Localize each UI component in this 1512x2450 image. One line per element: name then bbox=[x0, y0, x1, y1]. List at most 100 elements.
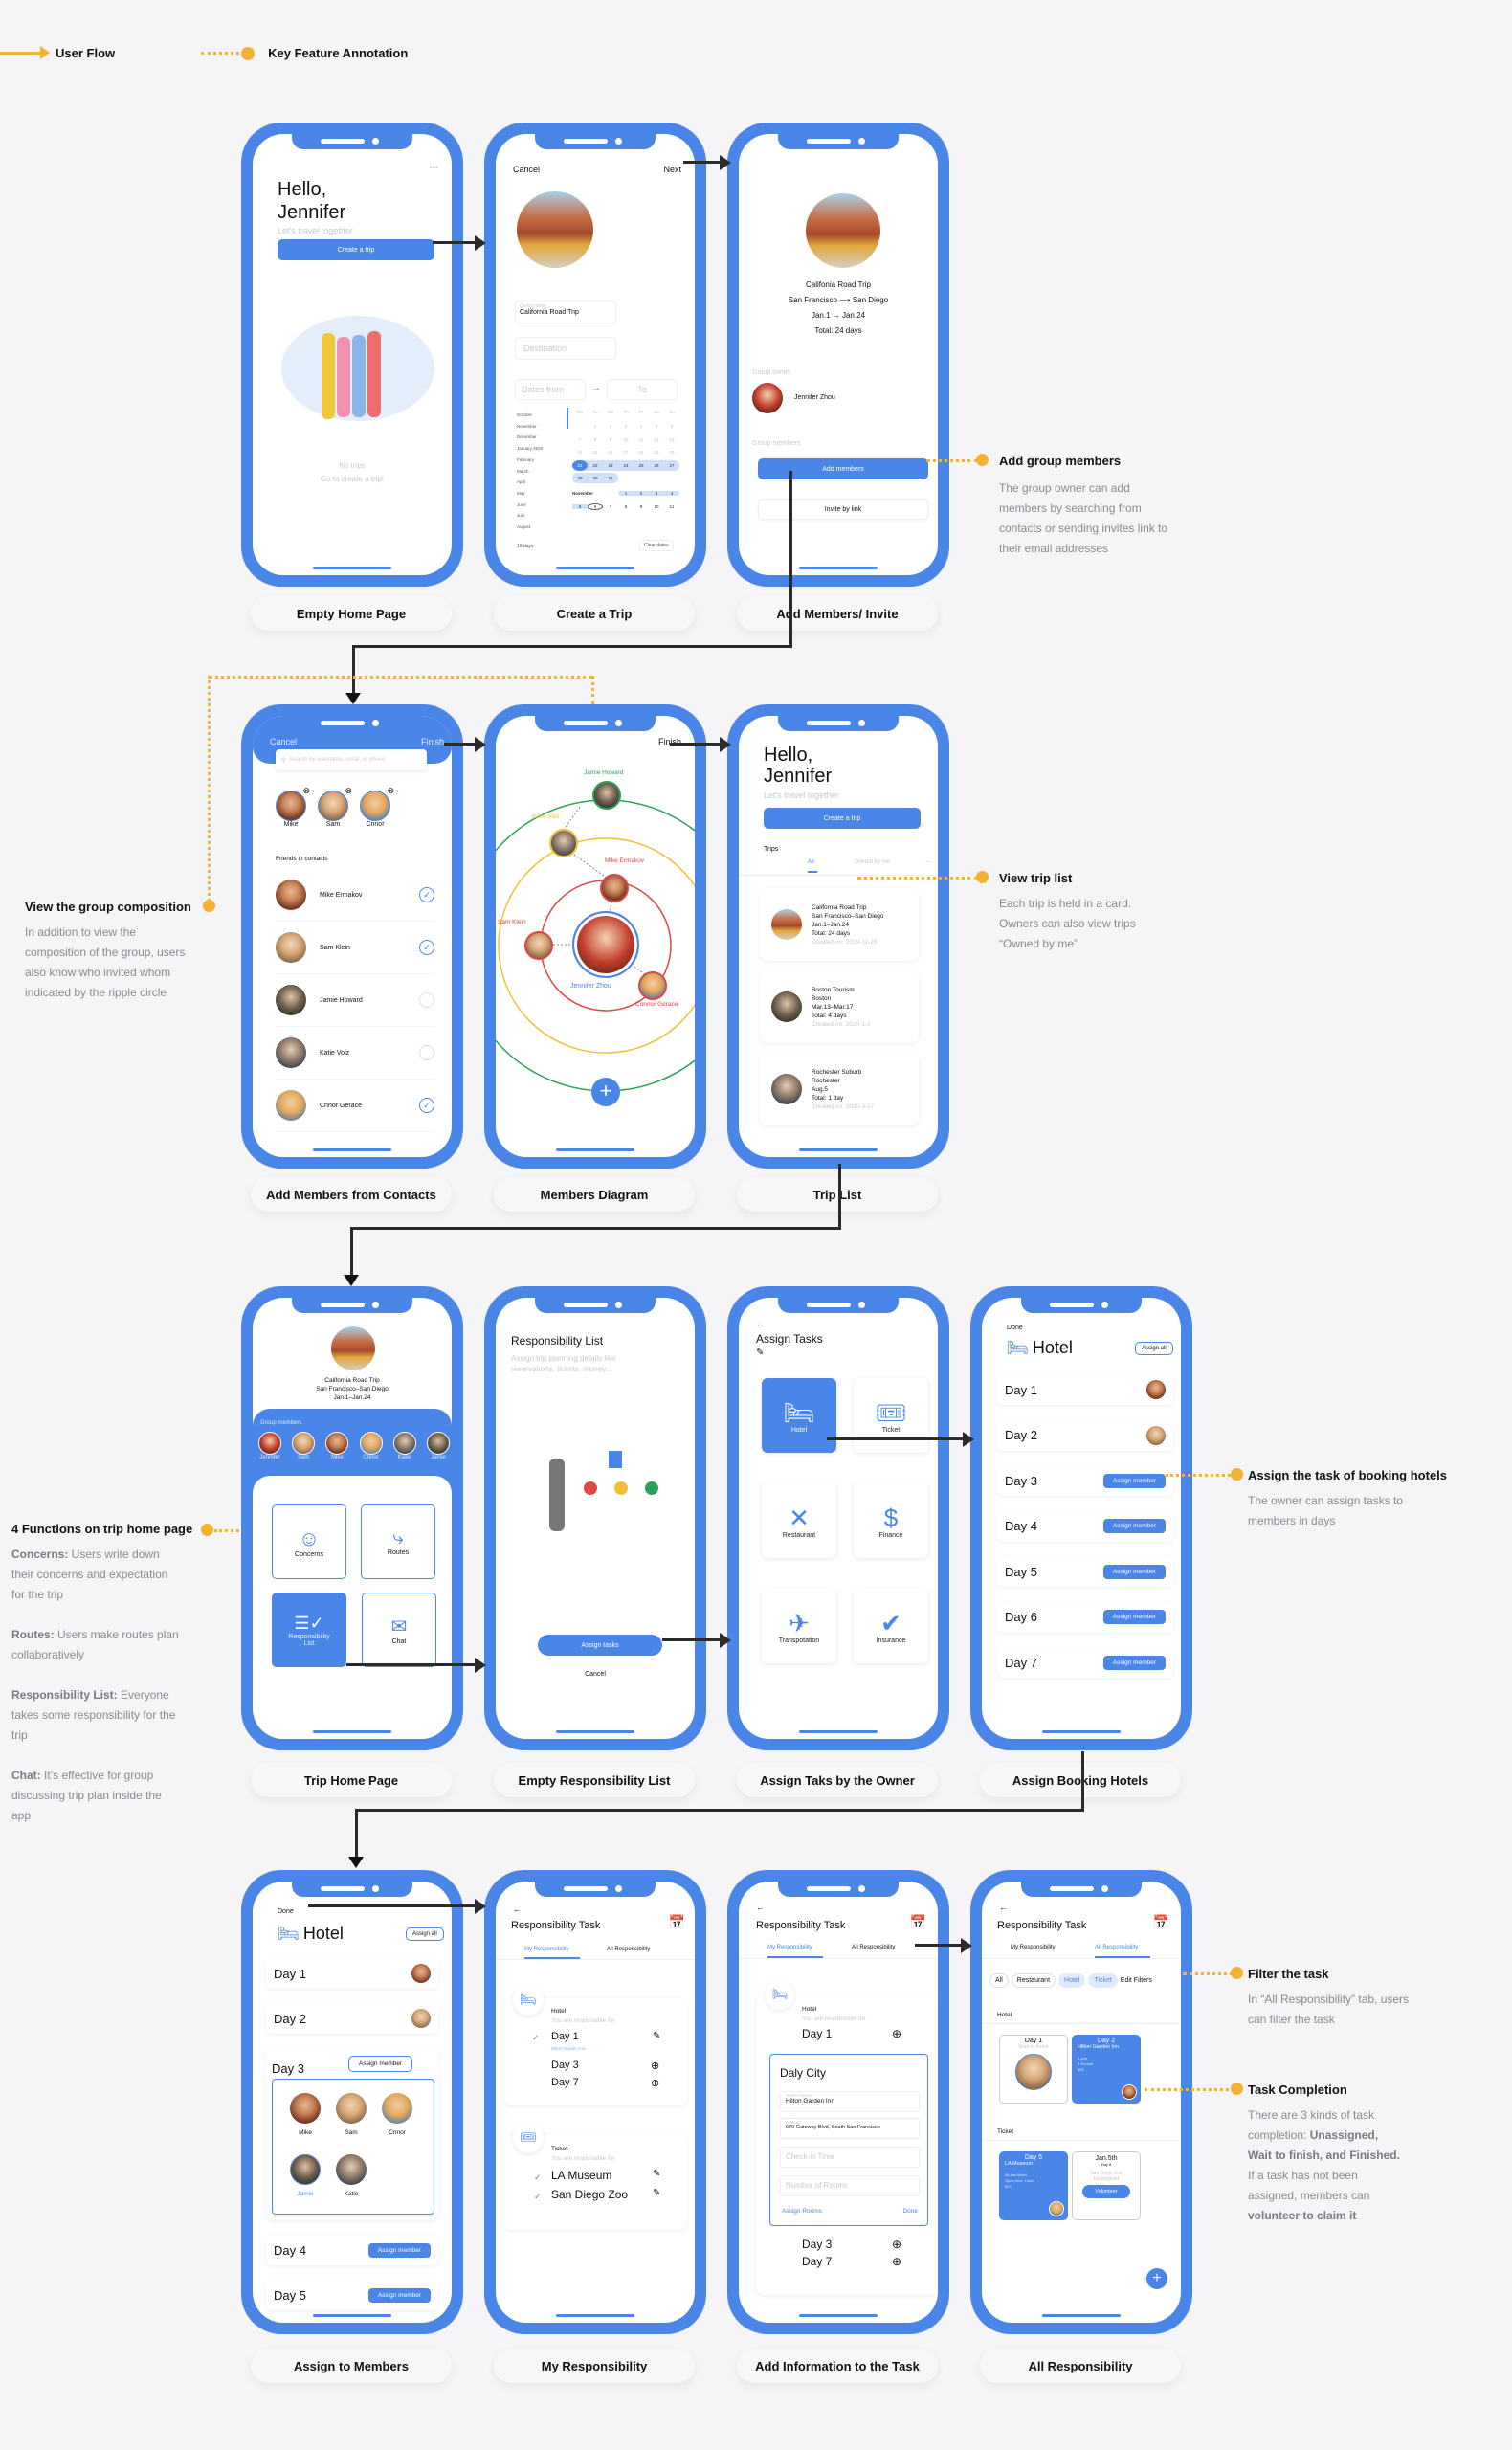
edit-pencil-icon[interactable]: ✎ bbox=[653, 2031, 660, 2041]
more-menu-icon[interactable]: ••• bbox=[430, 163, 438, 172]
checkin-time-input[interactable]: Check-in Time bbox=[780, 2147, 920, 2168]
tab-my-responsibility[interactable]: My Responsibility bbox=[524, 1947, 569, 1952]
picker-member[interactable]: Jamie bbox=[286, 2154, 324, 2197]
calendar-day[interactable]: 11 bbox=[634, 437, 649, 442]
assign-member-button[interactable]: Assign member bbox=[367, 2242, 431, 2258]
calendar-day[interactable]: 19 bbox=[649, 450, 664, 455]
filter-chip[interactable]: All bbox=[989, 1973, 1009, 1988]
assign-member-button[interactable]: Assign member bbox=[1102, 1610, 1166, 1624]
back-arrow-icon[interactable]: ← bbox=[999, 1903, 1008, 1912]
calendar-day[interactable]: 5 bbox=[649, 424, 664, 429]
finish-button[interactable]: Finish bbox=[421, 737, 444, 746]
create-trip-button[interactable]: Create a trip bbox=[278, 239, 434, 260]
dates-from-input[interactable]: Dates from bbox=[515, 379, 586, 400]
contact-row[interactable]: Jamie Howard bbox=[276, 974, 434, 1027]
calendar-day[interactable]: 11 bbox=[664, 504, 679, 509]
tab-my-responsibility[interactable]: My Responsibility bbox=[1011, 1945, 1056, 1950]
day-row[interactable]: Day 5 Assign member bbox=[266, 2280, 438, 2310]
member-node-avatar[interactable] bbox=[592, 781, 621, 810]
task-tile-insurance[interactable]: ✔ Insurance bbox=[854, 1589, 928, 1663]
edit-pencil-icon[interactable]: ✎ bbox=[653, 2169, 660, 2179]
tab-all-responsibility[interactable]: All Responsibility bbox=[607, 1947, 650, 1952]
member-chip[interactable]: Mike bbox=[325, 1432, 349, 1460]
done-button[interactable]: Done bbox=[1007, 1325, 1023, 1331]
calendar-icon[interactable]: 📅 bbox=[910, 1914, 926, 1930]
tab-all-responsibility[interactable]: All Responsibility bbox=[852, 1945, 895, 1950]
calendar-day[interactable]: 16 bbox=[603, 450, 618, 455]
task-card-unassigned[interactable]: Jan.5th Day 8 San Diego Zoo Unassigned V… bbox=[1072, 2151, 1141, 2220]
month-item[interactable]: June bbox=[517, 500, 567, 511]
remove-x-icon[interactable]: ⊗ bbox=[345, 787, 352, 795]
calendar-day[interactable]: 24 bbox=[618, 463, 634, 468]
calendar-day[interactable]: 27 bbox=[664, 463, 679, 468]
add-circle-icon[interactable]: ⊕ bbox=[892, 2238, 901, 2251]
routes-tile[interactable]: ⤷ Routes bbox=[361, 1504, 435, 1579]
calendar-day[interactable]: 18 bbox=[634, 450, 649, 455]
task-tile-restaurant[interactable]: ✕ Restaurant bbox=[762, 1483, 836, 1558]
hotel-name-field[interactable]: Hotel's Name Hilton Garden Inn bbox=[780, 2091, 920, 2112]
calendar-day[interactable]: 12 bbox=[649, 437, 664, 442]
day-row[interactable]: Day 5 Assign member bbox=[997, 1556, 1173, 1587]
calendar-grid[interactable]: Mo Tu We Th Fr Sa Su 1 2 3 4 5 6 7 8 9 10 11 12 13 14 15 16 17 1… bbox=[572, 410, 679, 512]
assign-member-button[interactable]: Assign member bbox=[348, 2056, 413, 2072]
member-chip[interactable]: Sam bbox=[292, 1432, 316, 1460]
edit-pencil-icon[interactable]: ✎ bbox=[653, 2188, 660, 2198]
add-circle-icon[interactable]: ⊕ bbox=[651, 2060, 659, 2072]
picker-member[interactable]: Mike bbox=[286, 2093, 324, 2136]
member-node-avatar[interactable] bbox=[638, 971, 667, 1000]
unchecked-circle-icon[interactable] bbox=[419, 1045, 434, 1060]
picker-member[interactable]: Cnnor bbox=[378, 2093, 416, 2136]
tab-more[interactable]: — bbox=[925, 859, 931, 865]
clear-dates-button[interactable]: Clear dates bbox=[639, 540, 674, 551]
month-item[interactable]: November bbox=[517, 421, 567, 433]
concerns-tile[interactable]: ☺ Concerns bbox=[272, 1504, 346, 1579]
task-tile-hotel[interactable]: 🛏 Hotel bbox=[762, 1378, 836, 1453]
task-card-finished[interactable]: Day 2 Hilton Garden Inn 4-star 3 Rooms $89 bbox=[1072, 2035, 1141, 2104]
back-arrow-icon[interactable]: ← bbox=[756, 1903, 765, 1912]
month-item[interactable]: January 2020 bbox=[517, 443, 567, 455]
invite-by-link-button[interactable]: Invite by link bbox=[758, 499, 928, 520]
add-circle-icon[interactable]: ⊕ bbox=[892, 2255, 901, 2268]
member-chip[interactable]: Jamie bbox=[426, 1432, 450, 1460]
calendar-day[interactable]: 6 bbox=[664, 424, 679, 429]
day-row[interactable]: Day 6 Assign member bbox=[997, 1601, 1173, 1633]
day-row[interactable]: Day 2 bbox=[997, 1419, 1173, 1451]
cancel-button[interactable]: Cancel bbox=[496, 1671, 695, 1678]
calendar-day[interactable]: 9 bbox=[634, 504, 649, 509]
filter-chip[interactable]: Ticket bbox=[1088, 1973, 1118, 1988]
create-trip-button[interactable]: Create a trip bbox=[764, 808, 921, 829]
day-row[interactable]: Day 7 Assign member bbox=[997, 1647, 1173, 1678]
done-button[interactable]: Done bbox=[278, 1908, 294, 1915]
filter-chip[interactable]: Restaurant bbox=[1011, 1973, 1056, 1988]
calendar-day[interactable]: 26 bbox=[649, 463, 664, 468]
month-item[interactable]: Julo bbox=[517, 510, 567, 522]
calendar-day[interactable]: 5 bbox=[572, 503, 588, 509]
member-chip[interactable]: Jennifer bbox=[258, 1432, 281, 1460]
calendar-day[interactable]: 29 bbox=[572, 476, 588, 480]
responsibility-list-tile[interactable]: ☰✓ Responsibility List bbox=[272, 1592, 346, 1667]
volunteer-button[interactable]: Volunteer bbox=[1082, 2185, 1130, 2198]
trip-cover-image[interactable] bbox=[517, 191, 593, 268]
calendar-day[interactable]: 30 bbox=[588, 476, 603, 480]
calendar-day[interactable]: 3 bbox=[618, 424, 634, 429]
calendar-day[interactable]: 21 bbox=[572, 459, 588, 471]
edit-pencil-icon[interactable]: ✎ bbox=[756, 1348, 764, 1358]
calendar-day[interactable]: 7 bbox=[572, 437, 588, 442]
month-item[interactable]: March bbox=[517, 466, 567, 478]
assign-member-button[interactable]: Assign member bbox=[1102, 1564, 1166, 1579]
rooms-input[interactable]: Number of Rooms bbox=[780, 2175, 920, 2196]
assign-tasks-button[interactable]: Assign tasks bbox=[538, 1635, 662, 1656]
calendar-day[interactable]: 3 bbox=[649, 491, 664, 496]
remove-x-icon[interactable]: ⊗ bbox=[302, 787, 310, 795]
calendar-day[interactable]: 22 bbox=[588, 463, 603, 468]
trip-card[interactable]: Rochester Suburb Rochester Aug.5 Total: 1 d… bbox=[760, 1053, 919, 1125]
assign-member-button[interactable]: Assign member bbox=[1102, 1519, 1166, 1533]
checked-circle-icon[interactable]: ✓ bbox=[419, 887, 434, 902]
add-circle-icon[interactable]: ⊕ bbox=[892, 2027, 901, 2040]
calendar-day[interactable]: 2 bbox=[634, 491, 649, 496]
calendar-icon[interactable]: 📅 bbox=[669, 1914, 685, 1930]
unchecked-circle-icon[interactable] bbox=[419, 992, 434, 1008]
done-link[interactable]: Done bbox=[902, 2208, 918, 2215]
task-tile-ticket[interactable]: 🎟 Ticket bbox=[854, 1378, 928, 1453]
calendar-day[interactable]: 13 bbox=[664, 437, 679, 442]
